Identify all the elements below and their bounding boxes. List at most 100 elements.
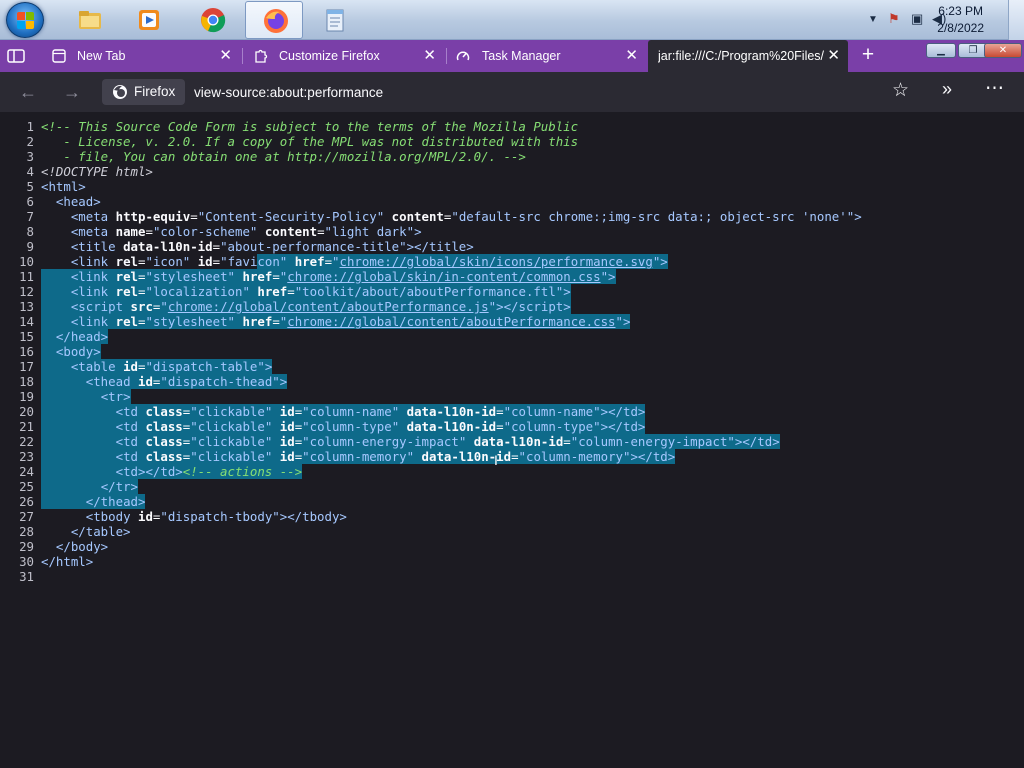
source-line: 19 <tr> — [0, 389, 862, 404]
tray-expand-icon[interactable]: ▼ — [868, 14, 878, 25]
source-line: 4 <!DOCTYPE html> — [0, 164, 862, 179]
taskbar-firefox-button[interactable] — [245, 1, 303, 39]
windows-taskbar: ▼ ⚑ ▣ ◀) 6:23 PM 2/8/2022 — [0, 0, 1024, 40]
tab-title: jar:file:///C:/Program%20Files/ — [658, 49, 824, 63]
source-line: 13 <script src="chrome://global/content/… — [0, 299, 862, 314]
line-number: 29 — [19, 539, 34, 554]
overflow-chevron-icon[interactable]: » — [942, 79, 952, 100]
taskbar-notepad-button[interactable] — [305, 1, 363, 39]
line-number: 2 — [26, 134, 34, 149]
tab-title: Customize Firefox — [279, 49, 380, 63]
source-line: 27 <tbody id="dispatch-tbody"></tbody> — [0, 509, 862, 524]
close-tab-icon[interactable]: ✕ — [827, 46, 840, 64]
tab-new-tab[interactable]: New Tab ✕ — [44, 40, 240, 72]
source-line: 5 <html> — [0, 179, 862, 194]
view-source-content[interactable]: 1 <!-- This Source Code Form is subject t… — [0, 112, 1024, 768]
line-number: 4 — [26, 164, 34, 179]
navigation-toolbar: ← → Firefox view-source:about:performanc… — [0, 72, 1024, 112]
source-line: 15 </head> — [0, 329, 862, 344]
url-input[interactable]: view-source:about:performance — [194, 85, 383, 100]
tab-view-source[interactable]: jar:file:///C:/Program%20Files/ ✕ — [648, 40, 848, 72]
line-number: 31 — [19, 569, 34, 584]
source-line: 24 <td></td><!-- actions --> — [0, 464, 862, 479]
chrome-icon — [201, 8, 226, 33]
source-line: 10 <link rel="icon" id="favicon" href="c… — [0, 254, 862, 269]
puzzle-icon — [255, 49, 268, 63]
tab-task-manager[interactable]: Task Manager ✕ — [448, 40, 646, 72]
source-line: 7 <meta http-equiv="Content-Security-Pol… — [0, 209, 862, 224]
close-tab-icon[interactable]: ✕ — [423, 46, 436, 64]
line-number: 27 — [19, 509, 34, 524]
network-icon[interactable]: ▣ — [911, 11, 923, 27]
line-number: 26 — [19, 494, 34, 509]
identity-label: Firefox — [134, 84, 176, 99]
action-center-flag-icon[interactable]: ⚑ — [888, 11, 900, 27]
taskbar-explorer-button[interactable] — [60, 1, 118, 39]
line-number: 3 — [26, 149, 34, 164]
source-line: 2 - License, v. 2.0. If a copy of the MP… — [0, 134, 862, 149]
source-line: 1 <!-- This Source Code Form is subject t… — [0, 119, 862, 134]
url-bar[interactable]: Firefox view-source:about:performance — [102, 77, 882, 107]
windows-logo-icon — [17, 12, 35, 30]
source-line: 21 <td class="clickable" id="column-type… — [0, 419, 862, 434]
tab-customize-firefox[interactable]: Customize Firefox ✕ — [246, 40, 444, 72]
source-line: 29 </body> — [0, 539, 862, 554]
line-number: 18 — [19, 374, 34, 389]
source-line: 28 </table> — [0, 524, 862, 539]
gauge-icon — [456, 51, 470, 61]
line-number: 19 — [19, 389, 34, 404]
show-desktop-button[interactable] — [1008, 0, 1024, 40]
line-number: 15 — [19, 329, 34, 344]
bookmark-star-icon[interactable]: ☆ — [892, 79, 909, 102]
notepad-icon — [326, 9, 344, 32]
line-number: 1 — [26, 119, 34, 134]
source-line: 22 <td class="clickable" id="column-ener… — [0, 434, 862, 449]
close-tab-icon[interactable]: ✕ — [625, 46, 638, 64]
folder-icon — [79, 11, 101, 29]
source-line: 11 <link rel="stylesheet" href="chrome:/… — [0, 269, 862, 284]
tab-title: Task Manager — [482, 49, 561, 63]
source-line: 31 — [0, 569, 862, 584]
source-line: 20 <td class="clickable" id="column-name… — [0, 404, 862, 419]
firefox-tab-icon — [52, 49, 66, 63]
line-number: 11 — [19, 269, 34, 284]
arrow-left-icon: ← — [19, 82, 37, 102]
taskbar-media-button[interactable] — [119, 1, 177, 39]
new-tab-button[interactable]: + — [856, 43, 880, 67]
tab-separator — [242, 48, 243, 64]
source-line: 12 <link rel="localization" href="toolki… — [0, 284, 862, 299]
line-number: 5 — [26, 179, 34, 194]
line-number: 8 — [26, 224, 34, 239]
taskbar-chrome-button[interactable] — [183, 1, 241, 39]
tab-title: New Tab — [77, 49, 126, 63]
source-line: 25 </tr> — [0, 479, 862, 494]
source-line: 3 - file, You can obtain one at http://m… — [0, 149, 862, 164]
line-number: 13 — [19, 299, 34, 314]
window-close-button[interactable]: ✕ — [984, 43, 1022, 58]
clock[interactable]: 6:23 PM 2/8/2022 — [937, 3, 984, 37]
line-number: 22 — [19, 434, 34, 449]
line-number: 17 — [19, 359, 34, 374]
line-number: 10 — [19, 254, 34, 269]
clock-time: 6:23 PM — [938, 4, 983, 18]
source-line: 14 <link rel="stylesheet" href="chrome:/… — [0, 314, 862, 329]
tab-strip: New Tab ✕ Customize Firefox ✕ Task Manag… — [0, 40, 1024, 72]
line-number: 28 — [19, 524, 34, 539]
line-number: 7 — [26, 209, 34, 224]
system-tray: ▼ ⚑ ▣ ◀) 6:23 PM 2/8/2022 — [824, 0, 1024, 40]
minimize-button[interactable]: ▁ — [926, 43, 956, 58]
app-menu-icon[interactable]: ⋯ — [985, 77, 1004, 100]
identity-box[interactable]: Firefox — [102, 79, 185, 105]
close-tab-icon[interactable]: ✕ — [219, 46, 232, 64]
line-number: 21 — [19, 419, 34, 434]
forward-button[interactable]: → — [58, 78, 86, 106]
source-line: 6 <head> — [0, 194, 862, 209]
clock-date: 2/8/2022 — [937, 21, 984, 35]
back-button[interactable]: ← — [14, 78, 42, 106]
start-button[interactable] — [6, 2, 44, 38]
tab-separator — [446, 48, 447, 64]
source-line: 18 <thead id="dispatch-thead"> — [0, 374, 862, 389]
source-line: 8 <meta name="color-scheme" content="lig… — [0, 224, 862, 239]
sidebar-icon[interactable] — [7, 49, 25, 63]
source-line: 16 <body> — [0, 344, 862, 359]
